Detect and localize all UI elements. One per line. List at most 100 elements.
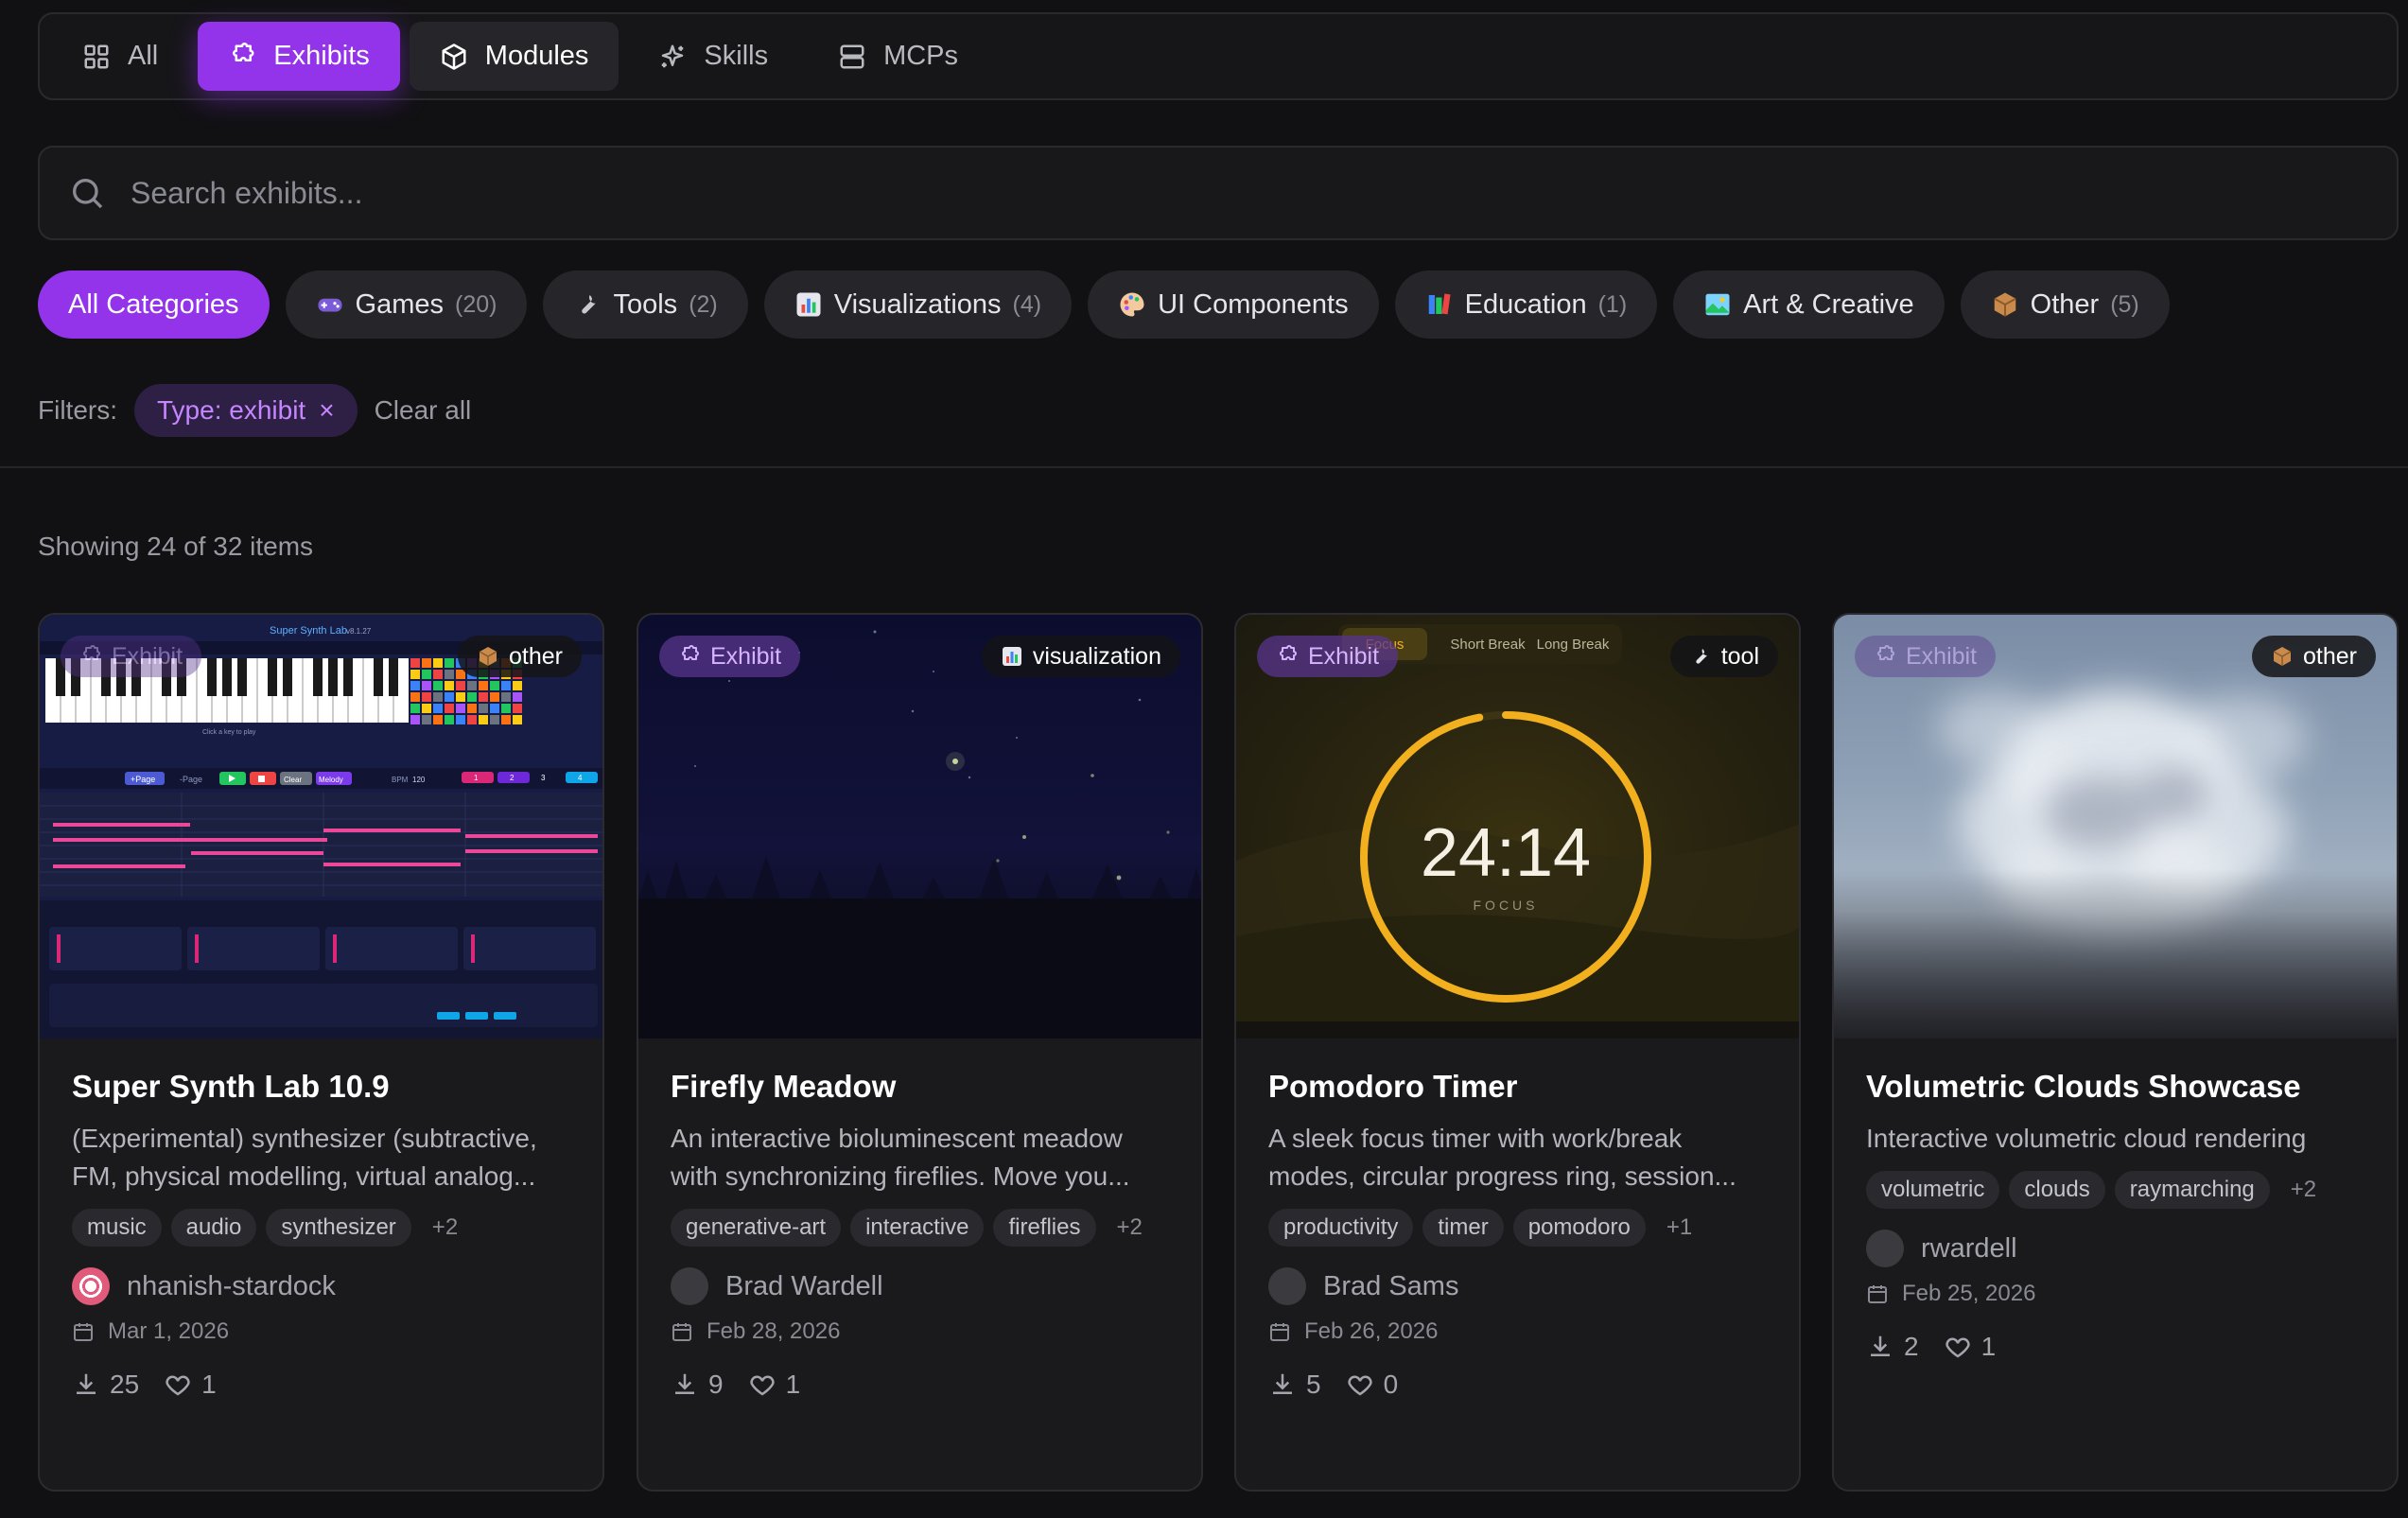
- category-education[interactable]: Education (1): [1394, 270, 1658, 339]
- card-title[interactable]: Volumetric Clouds Showcase: [1866, 1069, 2364, 1105]
- category-games[interactable]: Games (20): [285, 270, 528, 339]
- tab-skills[interactable]: Skills: [628, 22, 798, 91]
- downloads-count: 9: [708, 1370, 724, 1399]
- category-visualizations[interactable]: Visualizations (4): [763, 270, 1073, 339]
- tab-all[interactable]: All: [52, 22, 188, 91]
- seq-step: 1: [474, 774, 479, 782]
- synth-title-text: Super Synth Lab: [270, 625, 347, 637]
- tab-label: All: [128, 41, 159, 71]
- more-tags: +2: [1116, 1214, 1143, 1240]
- tag[interactable]: fireflies: [993, 1209, 1096, 1247]
- tag[interactable]: interactive: [850, 1209, 985, 1247]
- type-badge: Exhibit: [1257, 636, 1399, 677]
- likes-stat[interactable]: 1: [1944, 1332, 1997, 1362]
- card-description-line: Interactive volumetric cloud rendering: [1866, 1124, 2307, 1153]
- author-name: Brad Sams: [1323, 1270, 1459, 1301]
- category-ui-components[interactable]: UI Components: [1088, 270, 1379, 339]
- tag[interactable]: synthesizer: [266, 1209, 411, 1247]
- tag[interactable]: pomodoro: [1512, 1209, 1646, 1247]
- category-other[interactable]: Other (5): [1960, 270, 2170, 339]
- category-all[interactable]: All Categories: [38, 270, 270, 339]
- exhibit-card-volumetric-clouds[interactable]: Exhibit other Volumetric Clouds Showcase…: [1832, 613, 2399, 1492]
- card-description: (Experimental) synthesizer (subtractive,…: [72, 1120, 570, 1195]
- tab-mcps[interactable]: MCPs: [808, 22, 988, 91]
- calendar-icon: [1866, 1282, 1889, 1305]
- card-date: Feb 28, 2026: [671, 1318, 1169, 1345]
- tag[interactable]: generative-art: [671, 1209, 842, 1247]
- box-icon: [440, 43, 468, 71]
- author-name: nhanish-stardock: [127, 1270, 336, 1301]
- tag[interactable]: clouds: [2009, 1171, 2105, 1209]
- card-author[interactable]: rwardell: [1866, 1230, 2364, 1267]
- puzzle-icon: [228, 42, 256, 71]
- category-badge-label: other: [2303, 642, 2357, 670]
- card-title[interactable]: Super Synth Lab 10.9: [72, 1069, 570, 1105]
- heart-icon: [1944, 1333, 1972, 1361]
- type-badge: Exhibit: [61, 636, 202, 677]
- card-tags: productivity timer pomodoro +1: [1268, 1209, 1767, 1247]
- download-icon: [1866, 1333, 1894, 1361]
- palette-icon: [1118, 290, 1146, 319]
- search-input[interactable]: [131, 175, 2368, 211]
- card-description-line: A sleek focus timer with work/break: [1268, 1124, 1683, 1153]
- card-tags: volumetric clouds raymarching +2: [1866, 1171, 2364, 1209]
- likes-stat[interactable]: 1: [164, 1370, 217, 1400]
- package-icon: [1991, 290, 2019, 319]
- heart-icon: [164, 1370, 192, 1399]
- exhibit-card-super-synth-lab[interactable]: Super Synth Lab v8.1.27 Click a key to p…: [38, 613, 604, 1492]
- avatar: [1268, 1267, 1306, 1305]
- tag[interactable]: music: [72, 1209, 162, 1247]
- filter-chip-type[interactable]: Type: exhibit ×: [134, 384, 358, 437]
- exhibit-card-pomodoro-timer[interactable]: Focus Short Break Long Break 24:14 FOCUS…: [1234, 613, 1801, 1492]
- category-label: Education: [1464, 288, 1587, 320]
- download-icon: [671, 1370, 699, 1399]
- package-icon: [2271, 645, 2294, 668]
- exhibit-card-firefly-meadow[interactable]: Exhibit visualization Firefly Meadow An …: [637, 613, 1203, 1492]
- tab-modules[interactable]: Modules: [409, 22, 619, 91]
- card-title[interactable]: Firefly Meadow: [671, 1069, 1169, 1105]
- tag[interactable]: productivity: [1268, 1209, 1414, 1247]
- tag[interactable]: raymarching: [2114, 1171, 2270, 1209]
- timer-display: 24:14: [1421, 815, 1591, 891]
- type-badge: Exhibit: [1855, 636, 1997, 677]
- likes-count: 1: [1980, 1332, 1997, 1361]
- seq-bpm-label: BPM: [392, 776, 409, 784]
- clear-all-button[interactable]: Clear all: [375, 395, 472, 426]
- seq-melody: Melody: [319, 776, 343, 784]
- more-tags: +2: [431, 1214, 459, 1240]
- date-text: Feb 28, 2026: [707, 1318, 841, 1344]
- tab-label: Skills: [704, 41, 769, 71]
- synth-preview: Super Synth Lab v8.1.27 Click a key to p…: [40, 615, 602, 1038]
- tag[interactable]: timer: [1422, 1209, 1504, 1247]
- card-author[interactable]: Brad Sams: [1268, 1267, 1767, 1305]
- likes-stat[interactable]: 0: [1346, 1370, 1398, 1400]
- tab-exhibits[interactable]: Exhibits: [198, 22, 400, 91]
- category-badge: other: [458, 636, 582, 677]
- card-title[interactable]: Pomodoro Timer: [1268, 1069, 1767, 1105]
- tag[interactable]: volumetric: [1866, 1171, 2000, 1209]
- card-author[interactable]: Brad Wardell: [671, 1267, 1169, 1305]
- downloads-stat: 5: [1268, 1370, 1321, 1400]
- downloads-stat: 9: [671, 1370, 724, 1400]
- category-badge: visualization: [981, 636, 1180, 677]
- category-art-creative[interactable]: Art & Creative: [1673, 270, 1945, 339]
- card-tags: generative-art interactive fireflies +2: [671, 1209, 1169, 1247]
- card-body: Pomodoro Timer A sleek focus timer with …: [1236, 1038, 1799, 1400]
- category-count: (4): [1012, 290, 1042, 318]
- more-tags: +2: [2290, 1177, 2317, 1202]
- gamepad-icon: [316, 290, 344, 319]
- card-description-line: FM, physical modelling, virtual analog..…: [72, 1161, 536, 1191]
- tag[interactable]: audio: [170, 1209, 257, 1247]
- close-icon[interactable]: ×: [319, 395, 334, 426]
- bar-chart-icon: [794, 290, 823, 319]
- category-tools[interactable]: Tools (2): [543, 270, 748, 339]
- likes-stat[interactable]: 1: [748, 1370, 800, 1400]
- avatar: [1866, 1230, 1904, 1267]
- puzzle-icon: [1874, 645, 1896, 668]
- download-icon: [1268, 1370, 1297, 1399]
- calendar-icon: [671, 1320, 693, 1343]
- card-author[interactable]: nhanish-stardock: [72, 1267, 570, 1305]
- downloads-count: 25: [110, 1370, 140, 1399]
- date-text: Feb 25, 2026: [1902, 1281, 2036, 1306]
- synth-version-text: v8.1.27: [346, 627, 372, 636]
